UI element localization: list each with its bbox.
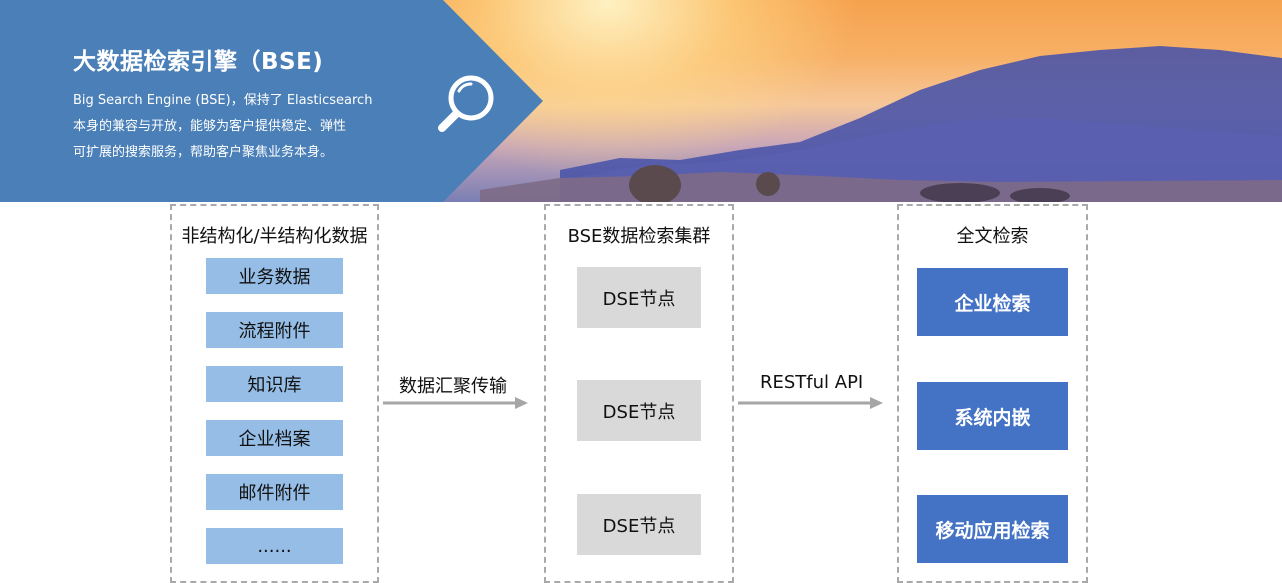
banner: 大数据检索引擎（BSE) Big Search Engine (BSE)，保持了…	[0, 0, 1282, 202]
source-item: 流程附件	[206, 312, 343, 348]
bse-cluster-title: BSE数据检索集群	[567, 226, 711, 247]
arrow-right-icon	[383, 397, 528, 409]
arrow-label-restful-api: RESTful API	[760, 372, 864, 393]
banner-desc-line: 本身的兼容与开放，能够为客户提供稳定、弹性	[73, 119, 347, 134]
target-mobile-search: 移动应用检索	[917, 495, 1068, 563]
banner-description: Big Search Engine (BSE)，保持了 Elasticsearc…	[73, 88, 403, 166]
search-icon	[438, 75, 494, 132]
source-item: ......	[206, 528, 343, 564]
arrow-right-icon	[738, 397, 883, 409]
source-item: 邮件附件	[206, 474, 343, 510]
source-data-title: 非结构化/半结构化数据	[181, 226, 368, 247]
source-item: 知识库	[206, 366, 343, 402]
banner-desc-line: Big Search Engine (BSE)，保持了 Elasticsearc…	[73, 93, 373, 108]
dse-node: DSE节点	[577, 267, 701, 328]
source-item: 业务数据	[206, 258, 343, 294]
target-system-embed: 系统内嵌	[917, 382, 1068, 450]
page-title: 大数据检索引擎（BSE)	[73, 49, 324, 75]
banner-desc-line: 可扩展的搜索服务，帮助客户聚焦业务本身。	[73, 145, 334, 160]
source-item: 企业档案	[206, 420, 343, 456]
dse-node: DSE节点	[577, 380, 701, 441]
target-enterprise-search: 企业检索	[917, 268, 1068, 336]
fulltext-search-title: 全文检索	[956, 226, 1029, 247]
dse-node: DSE节点	[577, 494, 701, 555]
